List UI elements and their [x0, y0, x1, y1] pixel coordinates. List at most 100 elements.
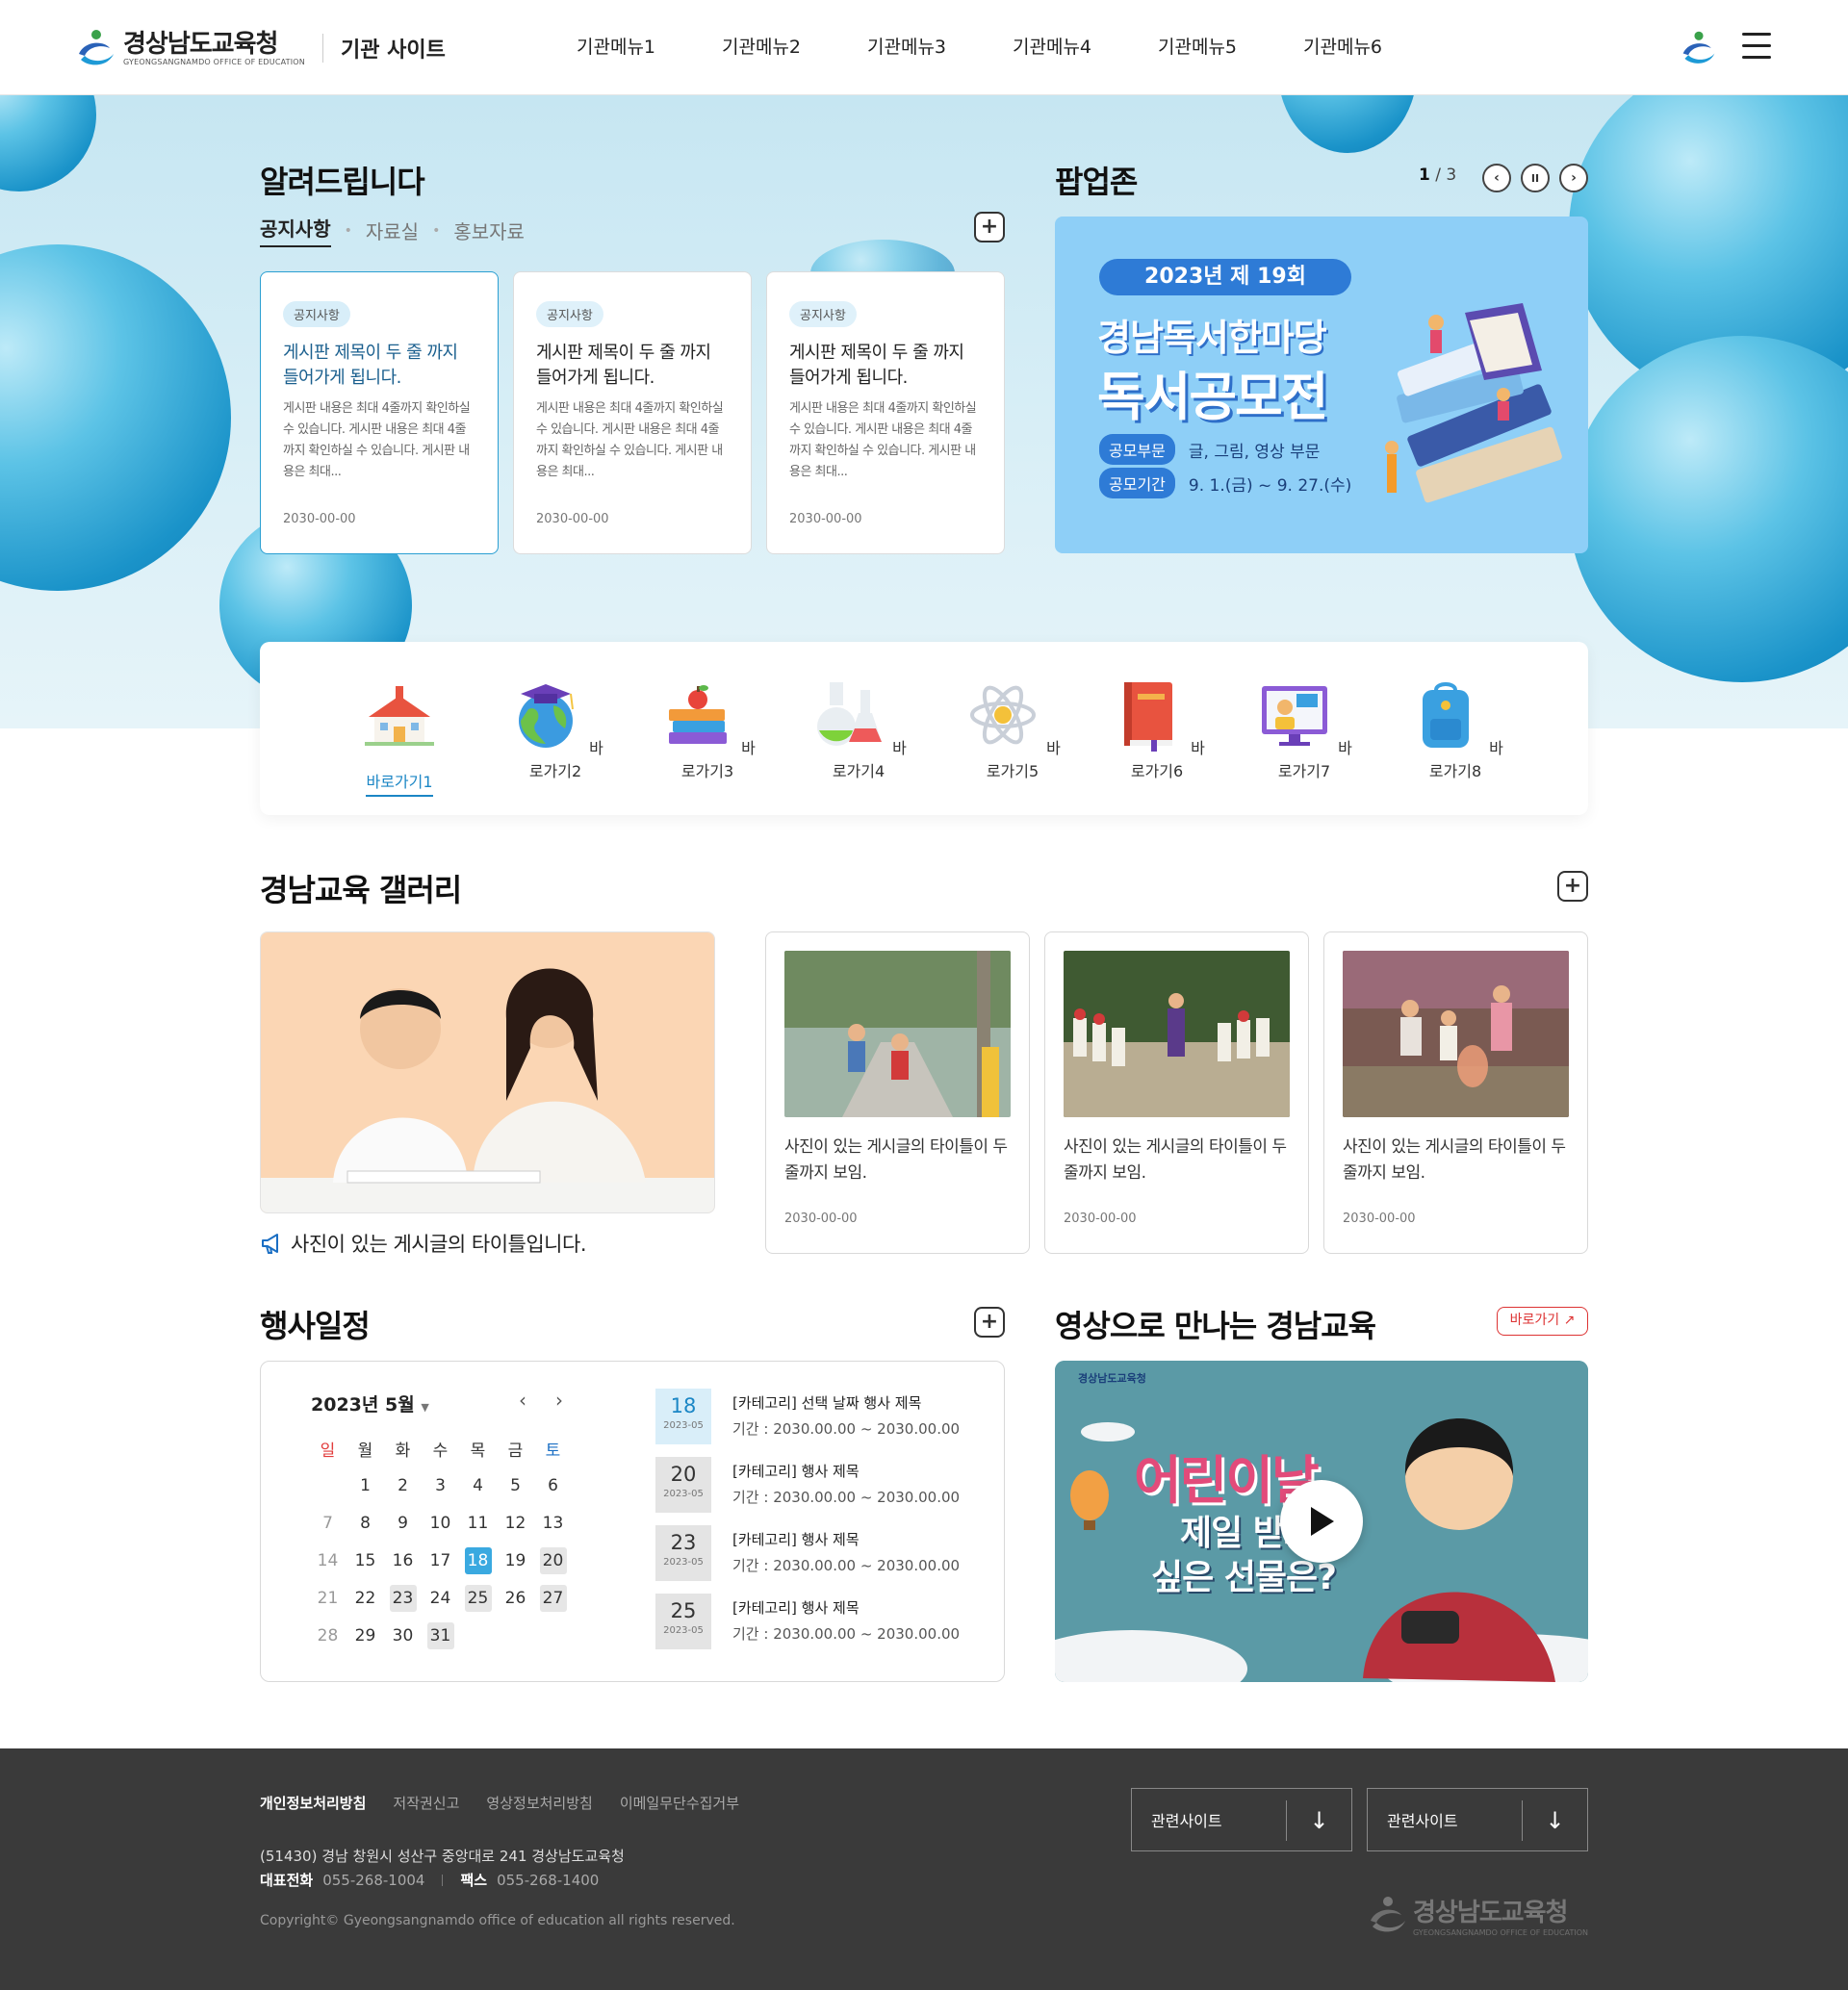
quick-link-2[interactable]: 바로가기2 [502, 676, 608, 781]
calendar-day[interactable]: 16 [390, 1547, 417, 1574]
notice-more-button[interactable]: + [974, 212, 1005, 242]
notice-card-title: 게시판 제목이 두 줄 까지 들어가게 됩니다. [283, 343, 458, 388]
calendar-day[interactable]: 7 [315, 1510, 342, 1537]
related-site-select-1[interactable]: 관련사이트 ↓ [1131, 1788, 1352, 1851]
related-site-select-2[interactable]: 관련사이트 ↓ [1367, 1788, 1588, 1851]
event-item[interactable]: 23 2023-05 [카테고리] 행사 제목 기간 : 2030.00.00 … [655, 1525, 960, 1594]
calendar-day[interactable]: 4 [465, 1472, 492, 1499]
events-panel: 2023년 5월 ▼ ‹ › 일 월 화 수 목 금 토 1 2 3 4 5 6 7 8 9 10 11 12 13 1… [260, 1361, 1005, 1682]
calendar-weekday: 토 [545, 1441, 561, 1461]
calendar-day[interactable]: 15 [352, 1547, 379, 1574]
gallery-card[interactable]: 사진이 있는 게시글의 타이틀이 두 줄까지 보임. 2030-00-00 [765, 931, 1030, 1254]
footer-divider [442, 1874, 444, 1886]
quick-link-5[interactable]: 바로가기5 [960, 676, 1065, 781]
calendar-prev-icon[interactable]: ‹ [519, 1389, 526, 1412]
popup-prev-button[interactable]: ‹ [1482, 164, 1511, 192]
video-title: 영상으로 만나는 경남교육 [1055, 1308, 1376, 1344]
notice-card[interactable]: 공지사항 게시판 제목이 두 줄 까지 들어가게 됩니다. 게시판 내용은 최대… [513, 271, 752, 554]
gallery-card[interactable]: 사진이 있는 게시글의 타이틀이 두 줄까지 보임. 2030-00-00 [1044, 931, 1309, 1254]
home-logo-icon[interactable] [1680, 29, 1718, 67]
calendar-day[interactable]: 26 [502, 1585, 529, 1612]
children-running-photo-icon [784, 951, 1011, 1117]
arrow-down-icon: ↓ [1286, 1800, 1351, 1841]
video-shortcut-link[interactable]: 바로가기 ↗ [1497, 1307, 1588, 1336]
calendar-day[interactable]: 29 [352, 1622, 379, 1649]
calendar-day[interactable]: 28 [315, 1622, 342, 1649]
events-more-button[interactable]: + [974, 1307, 1005, 1338]
calendar-day[interactable]: 21 [315, 1585, 342, 1612]
atom-icon [970, 685, 1037, 745]
quick-link-3[interactable]: 바로가기3 [654, 676, 760, 781]
gallery-card[interactable]: 사진이 있는 게시글의 타이틀이 두 줄까지 보임. 2030-00-00 [1323, 931, 1588, 1254]
notice-card[interactable]: 공지사항 게시판 제목이 두 줄 까지 들어가게 됩니다. 게시판 내용은 최대… [766, 271, 1005, 554]
calendar-day[interactable]: 27 [539, 1585, 567, 1612]
quick-link-label: 바로가기1 [366, 769, 433, 797]
related-site-label: 관련사이트 [1151, 1812, 1222, 1830]
event-period: 기간 : 2030.00.00 ~ 2030.00.00 [732, 1625, 961, 1643]
calendar-day[interactable]: 5 [502, 1472, 529, 1499]
tab-promo[interactable]: 홍보자료 [453, 217, 525, 244]
calendar-day[interactable]: 22 [352, 1585, 379, 1612]
nav-menu-2[interactable]: 기관메뉴2 [722, 33, 867, 59]
calendar-day[interactable]: 31 [426, 1622, 454, 1649]
calendar-day[interactable]: 11 [465, 1510, 492, 1537]
calendar-day[interactable]: 8 [352, 1510, 379, 1537]
footer-link-email[interactable]: 이메일무단수집거부 [620, 1793, 739, 1813]
event-period: 기간 : 2030.00.00 ~ 2030.00.00 [732, 1489, 961, 1506]
gallery-more-button[interactable]: + [1557, 871, 1588, 902]
calendar-day[interactable]: 17 [427, 1547, 454, 1574]
calendar-day[interactable]: 24 [427, 1585, 454, 1612]
quick-link-6[interactable]: 바로가기6 [1104, 676, 1210, 781]
calendar-day[interactable]: 19 [502, 1547, 529, 1574]
calendar-day[interactable]: 18 [464, 1547, 492, 1574]
nav-menu-4[interactable]: 기관메뉴4 [1013, 33, 1158, 59]
calendar-day[interactable]: 14 [315, 1547, 342, 1574]
event-item[interactable]: 18 2023-05 [카테고리] 선택 날짜 행사 제목 기간 : 2030.… [655, 1389, 960, 1457]
calendar-day[interactable]: 13 [540, 1510, 567, 1537]
footer-link-copyright[interactable]: 저작권신고 [393, 1793, 459, 1813]
calendar-day[interactable]: 1 [352, 1472, 379, 1499]
calendar-next-icon[interactable]: › [555, 1389, 563, 1412]
calendar-weekday: 화 [395, 1441, 411, 1461]
calendar-day[interactable]: 30 [390, 1622, 417, 1649]
popup-next-button[interactable]: › [1559, 164, 1588, 192]
quick-link-4[interactable]: 바로가기4 [806, 676, 911, 781]
video-player[interactable]: 경상남도교육청 어린이날 제일 받고 싶은 선물은? [1055, 1361, 1588, 1682]
calendar-day[interactable]: 3 [427, 1472, 454, 1499]
calendar-day[interactable]: 20 [539, 1547, 567, 1574]
calendar-day[interactable]: 9 [390, 1510, 417, 1537]
menu-hamburger-icon[interactable] [1742, 33, 1771, 60]
calendar-month-label: 2023년 5월 [311, 1394, 415, 1416]
quick-link-7[interactable]: 바로가기7 [1251, 676, 1357, 781]
nav-menu-3[interactable]: 기관메뉴3 [867, 33, 1013, 59]
footer-link-cctv[interactable]: 영상정보처리방침 [486, 1793, 592, 1813]
banner-tag: 공모기간 [1099, 468, 1175, 498]
gallery-feature-image[interactable] [260, 931, 715, 1213]
footer-link-privacy[interactable]: 개인정보처리방침 [260, 1793, 366, 1813]
event-item[interactable]: 25 2023-05 [카테고리] 행사 제목 기간 : 2030.00.00 … [655, 1594, 960, 1662]
nav-menu-5[interactable]: 기관메뉴5 [1158, 33, 1303, 59]
tab-archive[interactable]: 자료실 [366, 217, 419, 244]
quick-link-1[interactable]: 바로가기1 [346, 676, 452, 797]
calendar-month[interactable]: 2023년 5월 ▼ [311, 1390, 429, 1416]
calendar-day[interactable]: 10 [427, 1510, 454, 1537]
quick-link-8[interactable]: 바로가기8 [1402, 676, 1508, 781]
event-item[interactable]: 20 2023-05 [카테고리] 행사 제목 기간 : 2030.00.00 … [655, 1457, 960, 1525]
calendar-day[interactable]: 23 [389, 1585, 417, 1612]
popup-banner[interactable]: 2023년 제 19회 경남독서한마당 독서공모전 공모부문 글, 그림, 영상… [1055, 217, 1588, 553]
tab-notice[interactable]: 공지사항 [260, 214, 331, 247]
site-logo[interactable]: 경상남도교육청 GYEONGSANGNAMDO OFFICE OF EDUCAT… [75, 27, 446, 69]
play-button[interactable] [1280, 1480, 1363, 1563]
nav-menu-1[interactable]: 기관메뉴1 [577, 33, 722, 59]
calendar-day[interactable]: 25 [464, 1585, 492, 1612]
footer-fax-label: 팩스 [460, 1872, 488, 1889]
calendar-day[interactable]: 2 [390, 1472, 417, 1499]
gallery-feature-caption[interactable]: 사진이 있는 게시글의 타이틀입니다. [260, 1229, 587, 1258]
nav-menu-6[interactable]: 기관메뉴6 [1303, 33, 1449, 59]
event-yearmonth: 2023-05 [663, 1625, 704, 1636]
calendar-day[interactable]: 12 [502, 1510, 529, 1537]
notice-badge: 공지사항 [536, 301, 603, 327]
notice-card[interactable]: 공지사항 게시판 제목이 두 줄 까지 들어가게 됩니다. 게시판 내용은 최대… [260, 271, 499, 554]
popup-pause-button[interactable]: II [1521, 164, 1550, 192]
calendar-day[interactable]: 6 [540, 1472, 567, 1499]
